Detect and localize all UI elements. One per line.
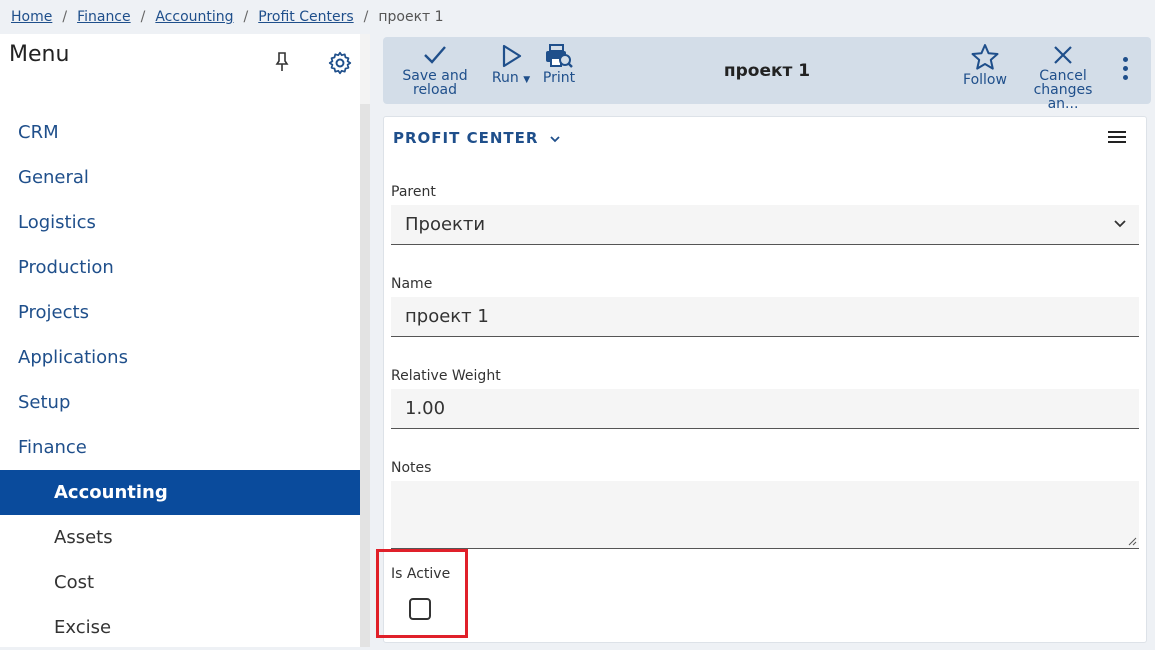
profit-center-form: PROFIT CENTER Parent Проекти Name проект…: [383, 116, 1147, 643]
parent-label: Parent: [391, 184, 436, 200]
gear-icon[interactable]: [327, 50, 353, 76]
hamburger-menu-icon[interactable]: [1108, 131, 1126, 145]
notes-textarea[interactable]: [391, 481, 1139, 549]
sidebar-item-finance[interactable]: Finance: [0, 425, 360, 470]
sidebar-item-assets[interactable]: Assets: [0, 515, 360, 560]
follow-label: Follow: [963, 72, 1007, 88]
cancel-label-line2: changes an...: [1033, 82, 1093, 112]
sidebar-item-accounting[interactable]: Accounting: [0, 470, 360, 515]
print-button[interactable]: Print: [539, 37, 579, 104]
toolbar: Save and reload Run ▼ Print проект 1 Fol…: [383, 37, 1151, 111]
checkmark-icon: [424, 46, 446, 64]
sidebar-item-production[interactable]: Production: [0, 245, 360, 290]
sidebar-scrollbar-top: [360, 34, 370, 104]
breadcrumb-separator: /: [140, 9, 146, 25]
sidebar-item-logistics[interactable]: Logistics: [0, 200, 360, 245]
more-options-icon[interactable]: [1119, 57, 1131, 85]
save-reload-button[interactable]: Save and reload: [401, 37, 469, 104]
breadcrumb-separator: /: [363, 9, 369, 25]
name-input[interactable]: проект 1: [391, 297, 1139, 337]
play-icon: [502, 44, 522, 68]
breadcrumb-current: проект 1: [378, 9, 444, 25]
breadcrumb-separator: /: [62, 9, 68, 25]
relative-weight-input[interactable]: 1.00: [391, 389, 1139, 429]
breadcrumb-profit-centers[interactable]: Profit Centers: [258, 9, 353, 25]
print-label: Print: [542, 70, 576, 86]
pin-icon[interactable]: [272, 50, 292, 74]
chevron-down-icon: [1114, 220, 1126, 228]
breadcrumb-home[interactable]: Home: [11, 9, 52, 25]
cancel-label-line1: Cancel: [1039, 68, 1087, 84]
relative-weight-label: Relative Weight: [391, 368, 501, 384]
save-label-line2: reload: [413, 82, 457, 98]
breadcrumb-separator: /: [243, 9, 249, 25]
sidebar-item-projects[interactable]: Projects: [0, 290, 360, 335]
section-header-profit-center[interactable]: PROFIT CENTER: [393, 129, 561, 147]
run-label: Run ▼: [491, 70, 531, 86]
breadcrumb: Home / Finance / Accounting / Profit Cen…: [0, 0, 1155, 34]
resize-handle-icon[interactable]: [1127, 536, 1137, 546]
sidebar-scrollbar[interactable]: [360, 104, 370, 647]
notes-label: Notes: [391, 460, 432, 476]
parent-select[interactable]: Проекти: [391, 205, 1139, 245]
cancel-changes-button[interactable]: Cancel changes an...: [1019, 37, 1107, 111]
sidebar-item-setup[interactable]: Setup: [0, 380, 360, 425]
breadcrumb-accounting[interactable]: Accounting: [155, 9, 233, 25]
sidebar-item-crm[interactable]: CRM: [0, 110, 360, 155]
sidebar: Menu CRM General Logistics Production Pr…: [0, 34, 370, 647]
highlight-box: [376, 549, 468, 638]
chevron-down-icon: [550, 135, 560, 142]
print-preview-icon: [546, 44, 573, 68]
follow-button[interactable]: Follow: [959, 37, 1011, 104]
name-label: Name: [391, 276, 433, 292]
star-icon: [971, 44, 999, 70]
menu-list: CRM General Logistics Production Project…: [0, 110, 360, 650]
parent-value: Проекти: [405, 214, 486, 235]
menu-title: Menu: [9, 42, 70, 67]
breadcrumb-finance[interactable]: Finance: [77, 9, 131, 25]
sidebar-item-cost[interactable]: Cost: [0, 560, 360, 605]
sidebar-item-applications[interactable]: Applications: [0, 335, 360, 380]
caret-down-icon: ▼: [523, 75, 531, 85]
run-button[interactable]: Run ▼: [489, 37, 533, 104]
sidebar-item-general[interactable]: General: [0, 155, 360, 200]
save-label-line1: Save and: [402, 68, 468, 84]
sidebar-item-excise[interactable]: Excise: [0, 605, 360, 650]
close-icon: [1054, 46, 1072, 64]
